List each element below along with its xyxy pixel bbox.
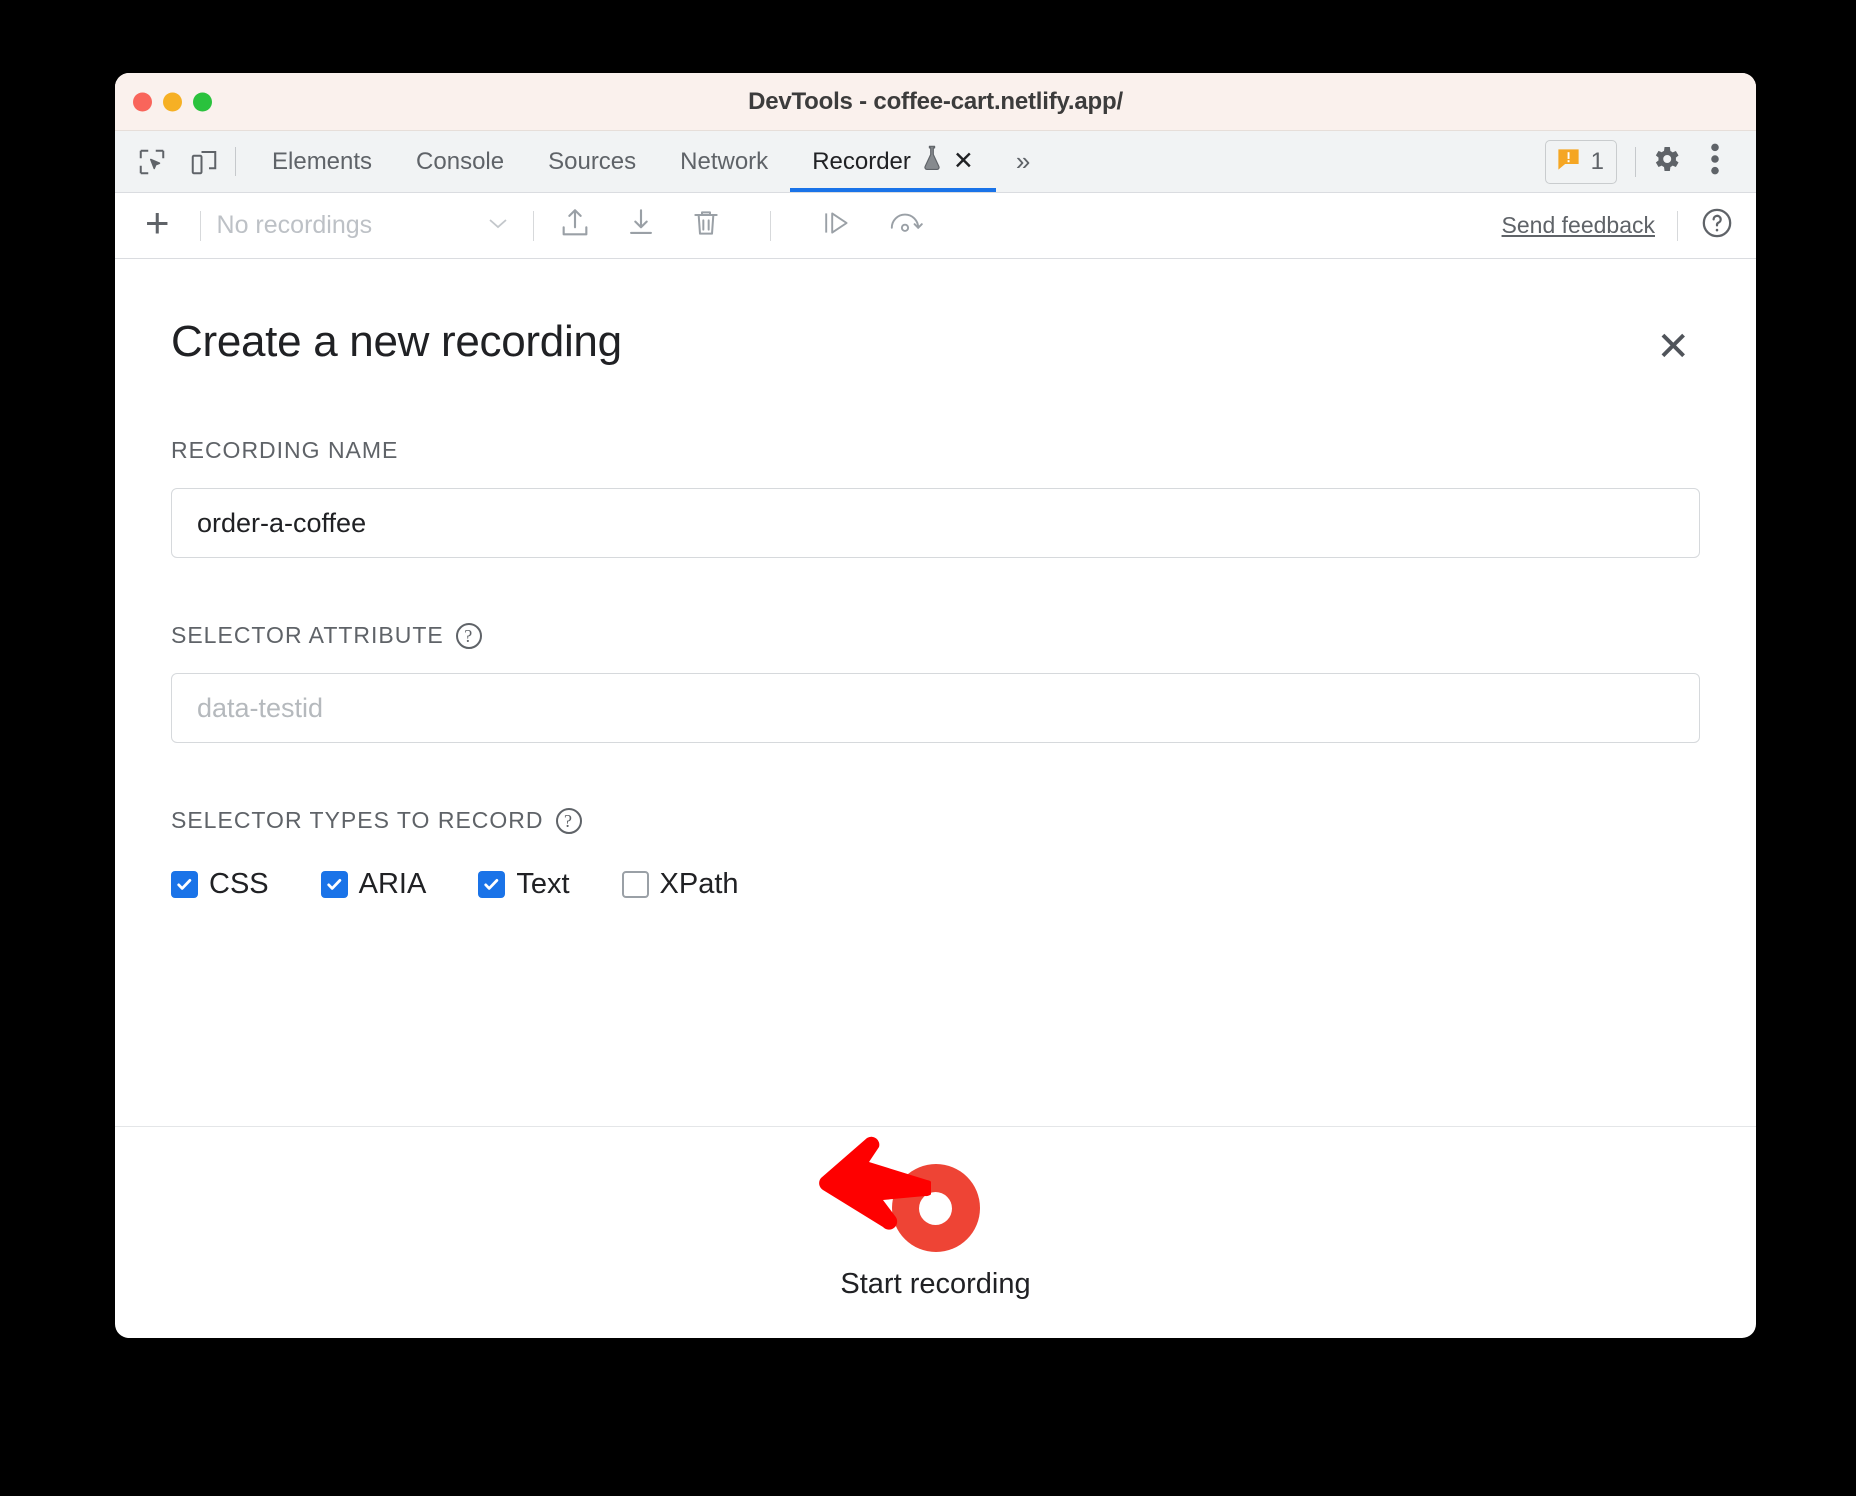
selector-attribute-field: Selector attribute ? data-testid	[171, 622, 1700, 743]
toolbar-divider-3	[770, 211, 771, 241]
window-title: DevTools - coffee-cart.netlify.app/	[115, 88, 1756, 116]
selector-attribute-label-text: Selector attribute	[171, 622, 444, 649]
checkbox-aria-box[interactable]	[321, 871, 348, 898]
tab-elements-label: Elements	[272, 148, 372, 176]
help-icon[interactable]: ?	[556, 808, 582, 834]
checkbox-xpath[interactable]: XPath	[622, 868, 739, 901]
selector-attribute-placeholder: data-testid	[197, 693, 323, 724]
recorder-toolbar-right: Send feedback	[1502, 206, 1734, 245]
window-titlebar: DevTools - coffee-cart.netlify.app/	[115, 73, 1756, 131]
checkbox-text-box[interactable]	[478, 871, 505, 898]
recorder-toolbar: + No recordings	[115, 193, 1756, 259]
tab-console-label: Console	[416, 148, 504, 176]
checkbox-xpath-box[interactable]	[622, 871, 649, 898]
recorder-footer: Start recording	[115, 1126, 1756, 1338]
add-recording-button[interactable]: +	[139, 202, 184, 250]
start-recording-label: Start recording	[840, 1268, 1030, 1301]
tab-sources-label: Sources	[548, 148, 636, 176]
more-options-icon	[1710, 143, 1720, 180]
tab-network-label: Network	[680, 148, 768, 176]
recording-name-field: Recording name order-a-coffee	[171, 437, 1700, 558]
selector-attribute-label: Selector attribute ?	[171, 622, 1700, 649]
tab-sources[interactable]: Sources	[526, 131, 658, 192]
panel-header: Create a new recording ✕	[171, 317, 1700, 373]
replay-icon[interactable]	[819, 207, 855, 244]
inspect-element-icon[interactable]	[137, 147, 167, 177]
tab-console[interactable]: Console	[394, 131, 526, 192]
help-button[interactable]	[1678, 206, 1734, 245]
export-recording-icon[interactable]	[624, 206, 658, 245]
warning-badge[interactable]: 1	[1545, 140, 1617, 184]
tab-recorder-close-icon[interactable]: ✕	[953, 149, 974, 174]
devtools-window: DevTools - coffee-cart.netlify.app/ Elem…	[115, 73, 1756, 1338]
checkbox-text[interactable]: Text	[478, 868, 569, 901]
recording-name-label-text: Recording name	[171, 437, 398, 464]
recording-name-value: order-a-coffee	[197, 508, 366, 539]
checkbox-aria-label: ARIA	[359, 868, 427, 901]
checkbox-css[interactable]: CSS	[171, 868, 269, 901]
more-options-button[interactable]	[1696, 143, 1734, 180]
close-panel-button[interactable]: ✕	[1646, 321, 1700, 373]
device-toolbar-icon[interactable]	[189, 147, 219, 177]
replay-speed-icon[interactable]	[887, 207, 923, 244]
tab-network[interactable]: Network	[658, 131, 790, 192]
recorder-actions	[550, 206, 923, 245]
selector-types-field: Selector types to record ? CSS AR	[171, 807, 1700, 901]
tab-elements[interactable]: Elements	[250, 131, 394, 192]
recording-name-label: Recording name	[171, 437, 1700, 464]
recordings-select[interactable]: No recordings	[217, 211, 517, 240]
recorder-body: Create a new recording ✕ Recording name …	[115, 259, 1756, 1338]
settings-button[interactable]	[1636, 143, 1696, 180]
delete-recording-icon[interactable]	[690, 206, 722, 245]
devtools-tool-icons	[115, 131, 235, 192]
start-recording-button[interactable]	[892, 1164, 980, 1252]
selector-types-label-text: Selector types to record	[171, 807, 544, 834]
checkbox-text-label: Text	[516, 868, 569, 901]
record-circle-icon	[919, 1192, 952, 1225]
toolbar-divider-1	[200, 211, 201, 241]
tabstrip-right-controls: 1	[1545, 131, 1756, 192]
warning-count: 1	[1591, 148, 1604, 176]
experiment-flask-icon	[921, 145, 943, 178]
chevron-down-icon	[485, 214, 511, 237]
help-icon[interactable]: ?	[456, 623, 482, 649]
devtools-tabs: Elements Console Sources Network Recorde…	[236, 131, 996, 192]
checkbox-aria[interactable]: ARIA	[321, 868, 427, 901]
warning-icon	[1555, 146, 1582, 178]
more-tabs-label: »	[1016, 146, 1030, 177]
import-recording-icon[interactable]	[558, 206, 592, 245]
send-feedback-link[interactable]: Send feedback	[1502, 212, 1677, 239]
page-title: Create a new recording	[171, 317, 622, 367]
recording-name-input[interactable]: order-a-coffee	[171, 488, 1700, 558]
checkbox-css-box[interactable]	[171, 871, 198, 898]
toolbar-divider-2	[533, 211, 534, 241]
tab-recorder[interactable]: Recorder ✕	[790, 131, 996, 192]
tab-recorder-label: Recorder	[812, 148, 911, 176]
create-recording-panel: Create a new recording ✕ Recording name …	[115, 259, 1756, 1126]
checkbox-css-label: CSS	[209, 868, 269, 901]
checkbox-xpath-label: XPath	[660, 868, 739, 901]
help-icon	[1700, 227, 1734, 244]
more-tabs-button[interactable]: »	[996, 131, 1050, 192]
recordings-select-value: No recordings	[217, 211, 373, 240]
devtools-tabstrip: Elements Console Sources Network Recorde…	[115, 131, 1756, 193]
selector-types-label: Selector types to record ?	[171, 807, 1700, 834]
selector-types-checkboxes: CSS ARIA Text	[171, 868, 1700, 901]
selector-attribute-input[interactable]: data-testid	[171, 673, 1700, 743]
gear-icon	[1650, 143, 1682, 180]
